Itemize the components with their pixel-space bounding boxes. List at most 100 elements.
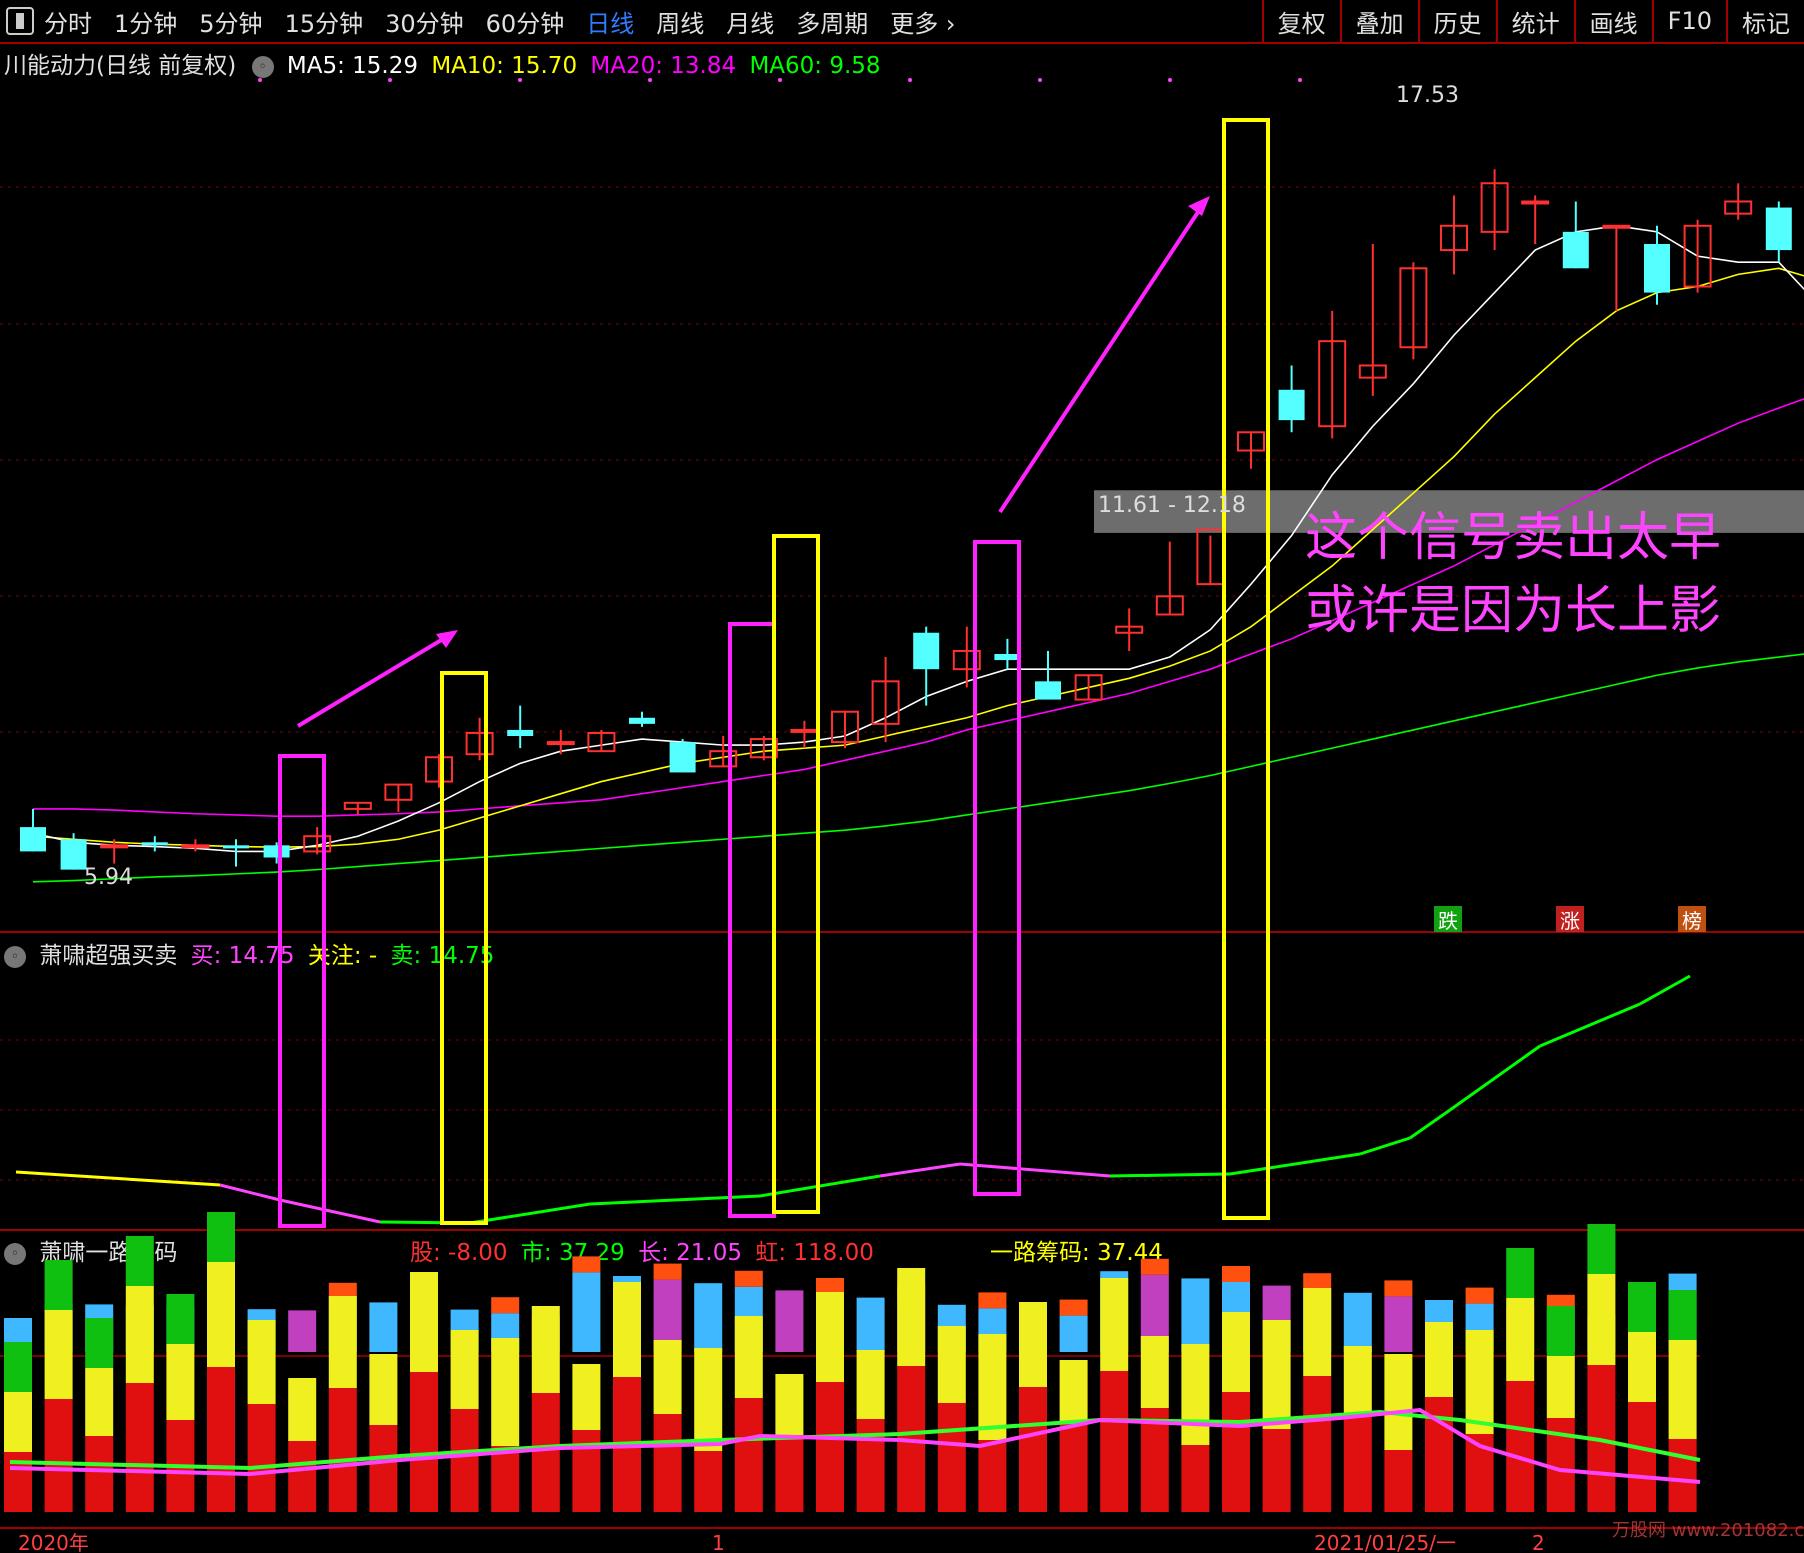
- vol-bar-29: [1181, 1278, 1210, 1352]
- badge-1: 涨: [1560, 909, 1580, 933]
- vol-cap-34: [1384, 1280, 1413, 1297]
- candle-body-19: [790, 728, 819, 733]
- chip-green-1: [44, 1260, 73, 1310]
- chip-red-11: [450, 1409, 479, 1512]
- chip-red-34: [1384, 1450, 1413, 1512]
- ind1-seg-6: [589, 1194, 761, 1206]
- candle-body-15: [629, 717, 655, 724]
- chip-green-41: [1668, 1290, 1697, 1340]
- vol-cap-28: [1140, 1258, 1169, 1275]
- candle-body-12: [507, 729, 534, 736]
- candle-body-6: [263, 845, 290, 858]
- signal-box-3: [772, 534, 820, 1214]
- signal-box-5: [1222, 118, 1270, 1220]
- chip-yellow-38: [1546, 1356, 1575, 1418]
- chip-green-38: [1546, 1306, 1575, 1356]
- watermark: 万股网 www.201082.com: [1612, 1520, 1804, 1541]
- chip-yellow-34: [1384, 1354, 1413, 1450]
- chip-yellow-5: [207, 1262, 235, 1367]
- vol-bar-21: [856, 1297, 885, 1352]
- chip-red-3: [125, 1383, 154, 1512]
- chip-yellow-28: [1140, 1336, 1169, 1408]
- trend-arrowhead-2: [1188, 196, 1210, 216]
- chip-red-19: [775, 1435, 804, 1512]
- vol-bar-34: [1384, 1296, 1413, 1352]
- ind1-seg-10: [1109, 1172, 1231, 1178]
- chip-green-3: [125, 1236, 154, 1286]
- chip-yellow-20: [816, 1292, 844, 1382]
- zone-label: 11.61 - 12.18: [1098, 493, 1246, 518]
- vol-cap-18: [734, 1270, 763, 1287]
- ind1-seg-12: [1359, 1136, 1411, 1156]
- vol-bar-19: [775, 1290, 804, 1352]
- chip-yellow-12: [491, 1338, 520, 1446]
- chip-red-9: [369, 1425, 398, 1512]
- vol-cap-12: [491, 1297, 520, 1314]
- chip-red-12: [491, 1446, 520, 1512]
- chip-yellow-37: [1506, 1298, 1535, 1381]
- indicator2-bars: [4, 1212, 1701, 1512]
- chip-green-0: [4, 1342, 32, 1392]
- x-label-date: 2021/01/25/一: [1314, 1531, 1456, 1553]
- chip-yellow-21: [856, 1350, 885, 1419]
- chip-red-8: [328, 1388, 357, 1512]
- chip-red-14: [572, 1430, 601, 1512]
- top-dot-2: [518, 78, 522, 82]
- candle-body-43: [1765, 207, 1792, 251]
- chip-yellow-8: [328, 1296, 357, 1388]
- vol-cap-30: [1222, 1266, 1250, 1282]
- candle-body-22: [913, 632, 940, 670]
- indicator1-lines: [15, 974, 1691, 1225]
- vol-cap-16: [653, 1263, 682, 1280]
- vol-cap-32: [1303, 1273, 1332, 1290]
- chip-yellow-13: [531, 1306, 560, 1393]
- candle-body-4: [181, 844, 210, 849]
- trend-arrow-1: [296, 634, 450, 728]
- chip-yellow-23: [937, 1326, 966, 1403]
- chip-green-5: [207, 1212, 235, 1262]
- ind1-seg-14: [1449, 1044, 1541, 1112]
- chip-yellow-18: [734, 1316, 763, 1398]
- signal-box-4: [973, 540, 1021, 1196]
- top-dot-0: [258, 78, 262, 82]
- annotation-line2: 或许是因为长上影: [1305, 581, 1721, 641]
- candle-body-39: [1602, 224, 1631, 229]
- chip-yellow-40: [1628, 1332, 1656, 1402]
- chip-green-40: [1628, 1282, 1656, 1332]
- candle-body-38: [1562, 231, 1589, 269]
- chip-yellow-29: [1181, 1344, 1210, 1445]
- candle-body-0: [20, 827, 46, 852]
- chip-yellow-10: [410, 1272, 438, 1372]
- signal-box-2: [728, 622, 776, 1218]
- signal-boxes: [278, 118, 1270, 1228]
- vol-bar-14: [572, 1272, 601, 1352]
- x-label-1: 1: [712, 1531, 725, 1553]
- chip-yellow-24: [978, 1334, 1007, 1440]
- vol-bar-17: [694, 1283, 723, 1352]
- chip-yellow-22: [897, 1268, 926, 1366]
- chip-red-33: [1343, 1413, 1372, 1512]
- candle-body-31: [1278, 389, 1305, 421]
- x-label-2020: 2020年: [18, 1531, 89, 1553]
- chip-yellow-6: [247, 1320, 276, 1404]
- chip-yellow-11: [450, 1330, 479, 1409]
- vol-cap-26: [1059, 1299, 1088, 1316]
- candle-body-25: [1035, 681, 1061, 700]
- candle-body-37: [1521, 200, 1550, 205]
- chip-red-20: [816, 1382, 844, 1512]
- chip-yellow-2: [85, 1368, 114, 1436]
- vol-bar-26: [1059, 1315, 1088, 1352]
- chip-red-13: [531, 1393, 560, 1512]
- annotation-line1: 这个信号卖出太早: [1305, 508, 1721, 568]
- vol-cap-14: [572, 1256, 601, 1273]
- vol-bar-9: [369, 1302, 398, 1352]
- chip-red-27: [1100, 1371, 1129, 1512]
- chip-green-37: [1506, 1248, 1535, 1298]
- chip-yellow-19: [775, 1374, 804, 1435]
- ind1-seg-16: [1639, 974, 1691, 1006]
- chip-red-16: [653, 1414, 682, 1512]
- chip-red-26: [1059, 1424, 1088, 1512]
- top-dot-3: [648, 78, 652, 82]
- ind1-seg-2: [219, 1183, 281, 1202]
- chip-yellow-15: [613, 1282, 641, 1377]
